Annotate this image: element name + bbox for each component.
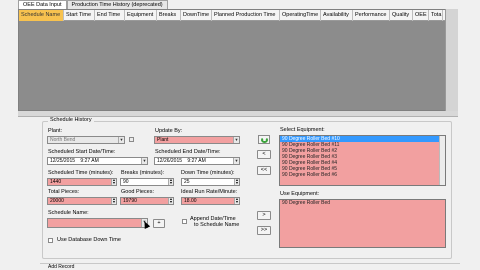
use-database-downtime-label: Use Database Down Time	[57, 237, 121, 243]
spinner-icon[interactable]: ▲ ▼	[168, 179, 173, 185]
col-planned-production-time[interactable]: Planned Production Time	[212, 10, 280, 21]
data-grid[interactable]: Schedule Name Start Time End Time Equipm…	[18, 9, 458, 111]
total-pieces-label: Total Pieces:	[48, 189, 80, 195]
plant-label: Plant:	[48, 128, 63, 134]
start-datetime-picker[interactable]: 12/25/2015 9:27 AM ▼	[47, 157, 148, 165]
col-end-time[interactable]: End Time	[95, 10, 125, 21]
ideal-rate-input[interactable]: 18.00 ▲ ▼	[181, 197, 240, 205]
list-item[interactable]: 90 Degree Roller Bed	[280, 200, 445, 206]
start-date: 12/25/2015	[50, 158, 76, 164]
breaks-input[interactable]: 90 ▲ ▼	[120, 178, 174, 186]
scheduled-time-label: Scheduled Time (minutes):	[48, 170, 114, 176]
equipment-list-scrollbar[interactable]	[439, 136, 445, 185]
append-datetime-checkbox[interactable]	[182, 219, 187, 224]
col-oee[interactable]: OEE	[413, 10, 429, 21]
chevron-down-icon: ▼	[141, 158, 147, 164]
col-quality[interactable]: Quality	[390, 10, 413, 21]
list-item[interactable]: 90 Degree Roller Bed #6	[280, 172, 445, 178]
tab-strip: OEE Data Input Production Time History (…	[18, 0, 168, 9]
ideal-rate-label: Ideal Run Rate/Minute:	[181, 189, 238, 195]
move-all-right-button[interactable]: >>	[257, 226, 271, 235]
col-total[interactable]: Tota	[429, 10, 443, 21]
chevron-down-icon: ▼	[233, 158, 239, 164]
spinner-icon[interactable]: ▲ ▼	[111, 198, 116, 204]
update-by-value: Plant	[157, 137, 169, 143]
scheduled-time-value: 1440	[50, 179, 62, 185]
add-record-group	[40, 263, 460, 270]
use-database-downtime-checkbox[interactable]	[48, 238, 53, 243]
col-performance[interactable]: Performance	[353, 10, 390, 21]
refresh-icon	[261, 137, 268, 143]
end-datetime-picker[interactable]: 12/26/2015 9:27 AM ▼	[154, 157, 240, 165]
chevron-down-icon: ▼	[118, 137, 124, 143]
scheduled-time-input[interactable]: 1440 ▲ ▼	[47, 178, 117, 186]
refresh-button[interactable]	[258, 135, 270, 144]
downtime-value: 25	[184, 179, 190, 185]
chevron-down-icon: ▼	[233, 137, 239, 143]
plant-select[interactable]: North Bend ▼	[47, 136, 125, 144]
col-schedule-name[interactable]: Schedule Name	[19, 10, 64, 21]
col-breaks[interactable]: Breaks	[157, 10, 181, 21]
col-start-time[interactable]: Start Time	[64, 10, 95, 21]
move-right-button[interactable]: >	[257, 211, 271, 220]
downtime-input[interactable]: 25 ▲ ▼	[181, 178, 240, 186]
grid-header: Schedule Name Start Time End Time Equipm…	[19, 10, 457, 21]
spinner-icon[interactable]: ▲ ▼	[234, 198, 239, 204]
start-label: Scheduled Start Date/Time:	[48, 149, 116, 155]
move-all-left-button[interactable]: <<	[257, 166, 271, 175]
tab-oee-data-input[interactable]: OEE Data Input	[18, 0, 67, 9]
plant-value: North Bend	[50, 137, 76, 143]
plant-checkbox[interactable]	[129, 137, 134, 142]
downtime-label: Down Time (minutes):	[181, 170, 235, 176]
update-by-select[interactable]: Plant ▼	[154, 136, 240, 144]
add-schedule-name-button[interactable]: +	[153, 219, 165, 228]
select-equipment-label: Select Equipment:	[280, 127, 325, 133]
used-equipment-list[interactable]: 90 Degree Roller Bed	[279, 199, 446, 248]
end-date: 12/26/2015	[157, 158, 183, 164]
good-pieces-label: Good Pieces:	[121, 189, 155, 195]
equipment-list[interactable]: 90 Degree Roller Bed #10 90 Degree Rolle…	[279, 135, 446, 186]
total-pieces-input[interactable]: 20000 ▲ ▼	[47, 197, 117, 205]
spinner-icon[interactable]: ▲ ▼	[168, 198, 173, 204]
col-operating-time[interactable]: OperatingTime	[280, 10, 321, 21]
spinner-icon[interactable]: ▲ ▼	[234, 179, 239, 185]
good-pieces-value: 19790	[123, 198, 137, 204]
schedule-name-select[interactable]: ▼	[47, 218, 148, 228]
ideal-rate-value: 18.00	[184, 198, 197, 204]
col-availability[interactable]: Availability	[321, 10, 353, 21]
breaks-value: 90	[123, 179, 129, 185]
breaks-label: Breaks (minutes):	[121, 170, 165, 176]
use-equipment-label: Use Equipment:	[280, 191, 320, 197]
group-title: Schedule History	[48, 117, 94, 123]
end-time: 9:27 AM	[187, 158, 206, 164]
col-downtime[interactable]: DownTime	[181, 10, 212, 21]
start-time: 9:27 AM	[80, 158, 99, 164]
end-label: Scheduled End Date/Time:	[155, 149, 221, 155]
append-label-line2: to Schedule Name	[194, 222, 240, 228]
tab-production-time-history[interactable]: Production Time History (deprecated)	[66, 0, 168, 9]
schedule-name-label: Schedule Name:	[48, 210, 89, 216]
good-pieces-input[interactable]: 19790 ▲ ▼	[120, 197, 174, 205]
spinner-icon[interactable]: ▲ ▼	[111, 179, 116, 185]
move-left-button[interactable]: <	[257, 150, 271, 159]
total-pieces-value: 20000	[50, 198, 64, 204]
col-equipment[interactable]: Equipment	[125, 10, 157, 21]
grid-vertical-scrollbar[interactable]	[445, 9, 458, 111]
add-record-label: Add Record	[48, 264, 75, 270]
update-by-label: Update By:	[155, 128, 183, 134]
